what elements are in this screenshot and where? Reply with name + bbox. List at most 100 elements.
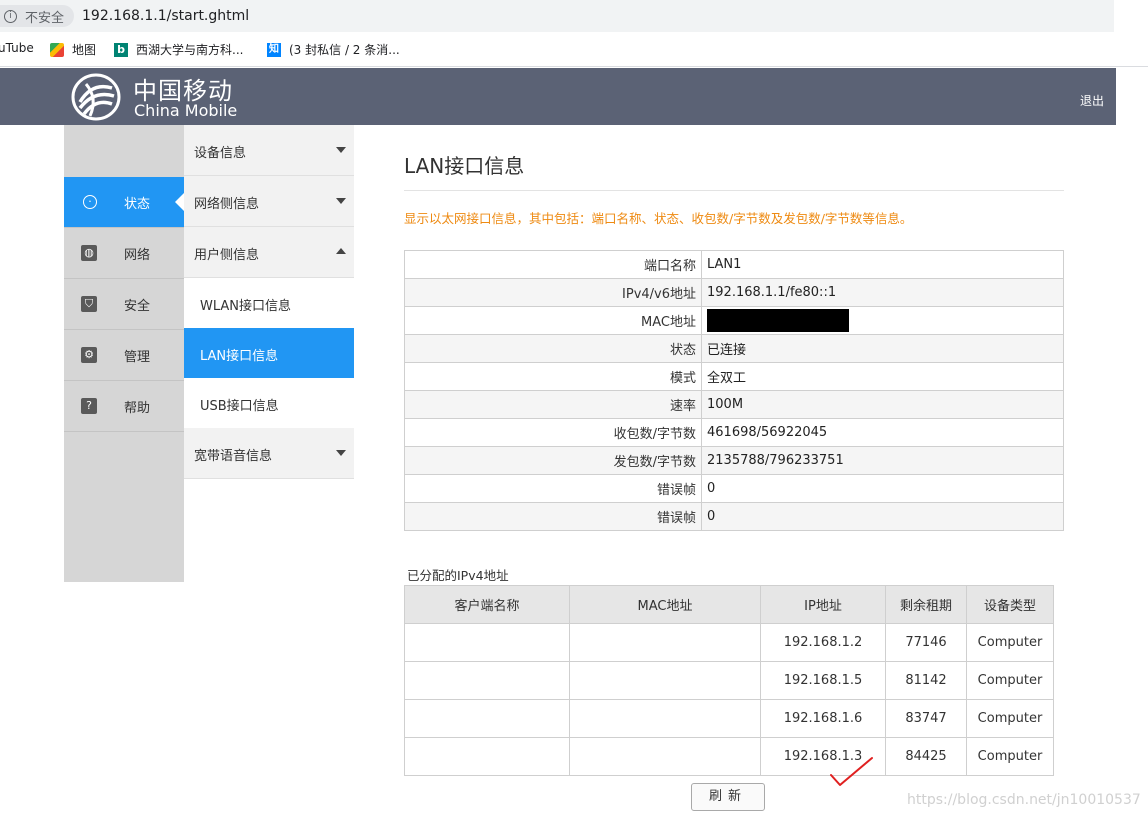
client-type: Computer xyxy=(966,661,1054,700)
security-indicator[interactable]: i 不安全 xyxy=(0,5,75,27)
watermark: https://blog.csdn.net/jn10010537 xyxy=(907,792,1141,808)
subnav-group-voice[interactable]: 宽带语音信息 xyxy=(184,428,354,479)
clients-table: 客户端名称 MAC地址 IP地址 剩余租期 设备类型 192.168.1.2 7… xyxy=(404,585,1054,776)
subnav-group-network-side[interactable]: 网络侧信息 xyxy=(184,176,354,227)
nav-item-network[interactable]: ◍ 网络 xyxy=(64,228,184,279)
client-mac xyxy=(569,737,761,776)
refresh-button[interactable]: 刷新 xyxy=(691,783,765,811)
bookmarks-bar: uTube 地图 b 西湖大学与南方科... 知 (3 封私信 / 2 条消..… xyxy=(0,32,1148,67)
client-name xyxy=(404,661,570,700)
info-value: 2135788/796233751 xyxy=(701,446,1064,475)
info-key: IPv4/v6地址 xyxy=(404,278,702,307)
bing-icon: b xyxy=(114,42,128,57)
bookmark-zhihu[interactable]: 知 (3 封私信 / 2 条消... xyxy=(267,41,400,58)
subnav-item-usb[interactable]: USB接口信息 xyxy=(184,378,354,428)
column-header: 剩余租期 xyxy=(885,585,967,624)
bookmark-label: 地图 xyxy=(72,43,97,57)
table-row: 模式 全双工 xyxy=(404,362,1064,391)
info-key: 错误帧 xyxy=(404,502,702,531)
client-lease: 81142 xyxy=(885,661,967,700)
client-mac xyxy=(569,623,761,662)
info-key: 模式 xyxy=(404,362,702,391)
nav-label: 安全 xyxy=(124,298,151,314)
bookmark-label: (3 封私信 / 2 条消... xyxy=(289,43,400,57)
subnav-group-device-info[interactable]: 设备信息 xyxy=(184,125,354,176)
info-value: 全双工 xyxy=(701,362,1064,391)
table-row: 状态 已连接 xyxy=(404,334,1064,363)
nav-label: 状态 xyxy=(124,196,151,212)
table-row: 收包数/字节数 461698/56922045 xyxy=(404,418,1064,447)
bookmark-label: uTube xyxy=(0,41,34,55)
table-row: 192.168.1.5 81142 Computer xyxy=(404,661,1054,700)
client-type: Computer xyxy=(966,699,1054,738)
nav-item-status[interactable]: · 状态 xyxy=(64,177,184,228)
info-value: LAN1 xyxy=(701,250,1064,279)
logout-link[interactable]: 退出 xyxy=(1080,92,1104,109)
map-pin-icon xyxy=(50,42,64,57)
client-name xyxy=(404,737,570,776)
subnav-item-lan[interactable]: LAN接口信息 xyxy=(184,328,354,378)
table-row: MAC地址 xyxy=(404,306,1064,335)
globe-icon: ◍ xyxy=(81,245,97,261)
chevron-down-icon xyxy=(336,198,346,204)
info-key: 收包数/字节数 xyxy=(404,418,702,447)
client-lease: 84425 xyxy=(885,737,967,776)
info-value: 100M xyxy=(701,390,1064,419)
table-row: 192.168.1.2 77146 Computer xyxy=(404,623,1054,662)
client-mac xyxy=(569,699,761,738)
table-row: IPv4/v6地址 192.168.1.1/fe80::1 xyxy=(404,278,1064,307)
divider xyxy=(404,190,1064,191)
info-value-mac xyxy=(701,306,1064,335)
bookmark-westlake[interactable]: b 西湖大学与南方科... xyxy=(114,41,243,58)
subnav-label: 网络侧信息 xyxy=(194,197,260,212)
lan-info-table: 端口名称 LAN1 IPv4/v6地址 192.168.1.1/fe80::1 … xyxy=(404,250,1064,531)
table-row: 端口名称 LAN1 xyxy=(404,250,1064,279)
column-header: MAC地址 xyxy=(569,585,761,624)
bookmark-youtube[interactable]: uTube xyxy=(0,41,34,55)
info-value: 0 xyxy=(701,474,1064,503)
nav-label: 网络 xyxy=(124,247,151,263)
browser-address-bar: i 不安全 192.168.1.1/start.ghtml xyxy=(0,0,1114,32)
nav-item-management[interactable]: ⚙ 管理 xyxy=(64,330,184,381)
bookmark-label: 西湖大学与南方科... xyxy=(136,43,244,57)
table-row: 错误帧 0 xyxy=(404,502,1064,531)
client-type: Computer xyxy=(966,623,1054,662)
chevron-down-icon xyxy=(336,450,346,456)
page-title: LAN接口信息 xyxy=(404,154,525,178)
info-key: 速率 xyxy=(404,390,702,419)
subnav-label: WLAN接口信息 xyxy=(200,299,292,314)
column-header: 设备类型 xyxy=(966,585,1054,624)
nav-item-help[interactable]: ? 帮助 xyxy=(64,381,184,432)
router-header: 中国移动 China Mobile 退出 xyxy=(0,68,1116,125)
info-key: MAC地址 xyxy=(404,306,702,335)
chevron-up-icon xyxy=(336,248,346,254)
client-ip: 192.168.1.6 xyxy=(760,699,886,738)
bookmark-maps[interactable]: 地图 xyxy=(50,41,96,58)
main-nav: · 状态 ◍ 网络 ⛉ 安全 ⚙ 管理 ? 帮助 xyxy=(64,125,184,582)
info-value: 461698/56922045 xyxy=(701,418,1064,447)
nav-label: 帮助 xyxy=(124,400,151,416)
table-row: 192.168.1.3 84425 Computer xyxy=(404,737,1054,776)
subnav-label: 宽带语音信息 xyxy=(194,449,273,464)
page-description: 显示以太网接口信息，其中包括：端口名称、状态、收包数/字节数及发包数/字节数等信… xyxy=(404,211,913,226)
info-key: 发包数/字节数 xyxy=(404,446,702,475)
info-value: 0 xyxy=(701,502,1064,531)
table-row: 发包数/字节数 2135788/796233751 xyxy=(404,446,1064,475)
table-row: 速率 100M xyxy=(404,390,1064,419)
subnav-item-wlan[interactable]: WLAN接口信息 xyxy=(184,278,354,328)
column-header: 客户端名称 xyxy=(404,585,570,624)
url-text[interactable]: 192.168.1.1/start.ghtml xyxy=(82,8,249,24)
gear-icon: ⚙ xyxy=(81,347,97,363)
info-key: 端口名称 xyxy=(404,250,702,279)
client-mac xyxy=(569,661,761,700)
china-mobile-logo-icon xyxy=(71,73,121,121)
subnav-label: USB接口信息 xyxy=(200,399,279,414)
subnav-group-user-side[interactable]: 用户侧信息 xyxy=(184,227,354,278)
nav-item-security[interactable]: ⛉ 安全 xyxy=(64,279,184,330)
brand-name-en: China Mobile xyxy=(134,101,238,120)
subnav-label: LAN接口信息 xyxy=(200,349,279,364)
info-key: 状态 xyxy=(404,334,702,363)
client-name xyxy=(404,623,570,662)
nav-label: 管理 xyxy=(124,349,151,365)
table-row: 192.168.1.6 83747 Computer xyxy=(404,699,1054,738)
